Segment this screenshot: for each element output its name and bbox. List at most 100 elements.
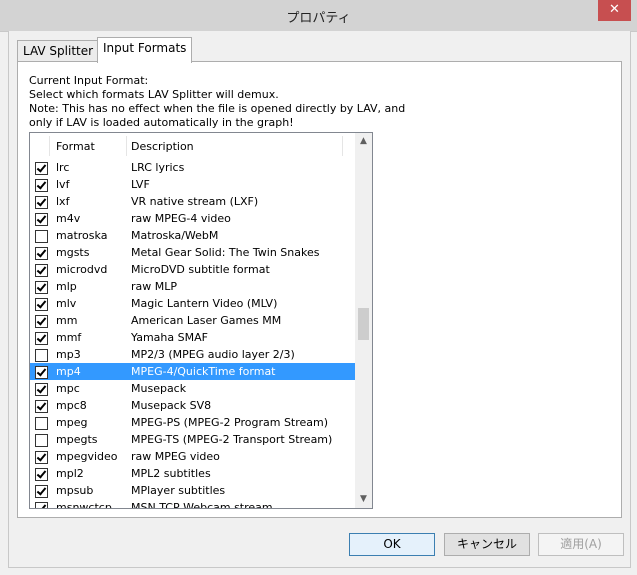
list-item[interactable]: lxf VR native stream (LXF) [30,193,355,210]
list-item[interactable]: lrc LRC lyrics [30,159,355,176]
format-description: VR native stream (LXF) [131,195,259,208]
info-line: Note: This has no effect when the file i… [29,102,406,115]
format-name: mpegvideo [56,450,118,463]
close-icon: ✕ [609,2,620,17]
format-checkbox[interactable] [35,179,48,192]
column-header-format[interactable]: Format [56,140,95,153]
format-name: mp3 [56,348,81,361]
list-item[interactable]: mpeg MPEG-PS (MPEG-2 Program Stream) [30,414,355,431]
format-description: raw MLP [131,280,178,293]
format-name: mmf [56,331,82,344]
vertical-scrollbar[interactable]: ▲ ▼ [355,133,372,508]
format-checkbox[interactable] [35,213,48,226]
format-checkbox[interactable] [35,315,48,328]
scroll-thumb[interactable] [358,308,369,340]
info-line: Select which formats LAV Splitter will d… [29,88,279,101]
format-description: raw MPEG-4 video [131,212,231,225]
tab-input-formats[interactable]: Input Formats [97,37,193,63]
list-item[interactable]: m4v raw MPEG-4 video [30,210,355,227]
list-item[interactable]: mpegts MPEG-TS (MPEG-2 Transport Stream) [30,431,355,448]
list-item[interactable]: lvf LVF [30,176,355,193]
column-header-description[interactable]: Description [131,140,194,153]
format-name: microdvd [56,263,108,276]
format-name: lrc [56,161,70,174]
format-checkbox[interactable] [35,264,48,277]
format-checkbox[interactable] [35,247,48,260]
format-description: MPL2 subtitles [131,467,211,480]
format-list[interactable]: Format Description lrc LRC lyrics lvf LVF lx… [29,132,373,509]
scroll-down-icon[interactable]: ▼ [355,491,372,508]
format-checkbox[interactable] [35,400,48,413]
list-item[interactable]: mpl2 MPL2 subtitles [30,465,355,482]
dialog-client: LAV Splitter Input Formats Current Input… [8,31,631,568]
format-name: lxf [56,195,70,208]
format-description: Yamaha SMAF [131,331,208,344]
format-description: MP2/3 (MPEG audio layer 2/3) [131,348,295,361]
format-name: msnwctcp [56,501,112,509]
format-name: mpl2 [56,467,84,480]
format-name: mpc [56,382,80,395]
format-checkbox[interactable] [35,332,48,345]
list-item[interactable]: mp3 MP2/3 (MPEG audio layer 2/3) [30,346,355,363]
list-item[interactable]: mlv Magic Lantern Video (MLV) [30,295,355,312]
list-item[interactable]: matroska Matroska/WebM [30,227,355,244]
format-checkbox[interactable] [35,366,48,379]
format-checkbox[interactable] [35,383,48,396]
format-name: mpc8 [56,399,87,412]
format-checkbox[interactable] [35,281,48,294]
list-item[interactable]: mp4 MPEG-4/QuickTime format [30,363,355,380]
list-rows: lrc LRC lyrics lvf LVF lxf VR native stream (… [30,159,355,509]
format-checkbox[interactable] [35,451,48,464]
format-checkbox[interactable] [35,502,48,508]
format-name: mm [56,314,78,327]
format-checkbox[interactable] [35,196,48,209]
tab-panel: Current Input Format: Select which forma… [17,61,622,518]
info-line: only if LAV is loaded automatically in t… [29,116,294,129]
list-item[interactable]: mpegvideo raw MPEG video [30,448,355,465]
format-description: Matroska/WebM [131,229,219,242]
list-item[interactable]: msnwctcp MSN TCP Webcam stream [30,499,355,509]
list-item[interactable]: mpsub MPlayer subtitles [30,482,355,499]
column-separator[interactable] [342,136,343,156]
format-description: Metal Gear Solid: The Twin Snakes [131,246,320,259]
format-checkbox[interactable] [35,468,48,481]
list-item[interactable]: microdvd MicroDVD subtitle format [30,261,355,278]
format-checkbox[interactable] [35,485,48,498]
format-checkbox[interactable] [35,434,48,447]
cancel-button[interactable]: キャンセル [444,533,530,556]
column-separator[interactable] [126,136,127,156]
format-description: LVF [131,178,150,191]
format-checkbox[interactable] [35,230,48,243]
info-text: Current Input Format: Select which forma… [29,74,405,130]
format-name: mlv [56,297,77,310]
format-name: mgsts [56,246,90,259]
format-name: mlp [56,280,77,293]
list-item[interactable]: mpc Musepack [30,380,355,397]
list-header: Format Description [30,133,355,159]
list-item[interactable]: mpc8 Musepack SV8 [30,397,355,414]
apply-button[interactable]: 適用(A) [538,533,624,556]
list-item[interactable]: mlp raw MLP [30,278,355,295]
scroll-up-icon[interactable]: ▲ [355,133,372,150]
format-name: mpsub [56,484,94,497]
window-title: プロパティ [286,11,351,26]
format-description: LRC lyrics [131,161,185,174]
format-description: Magic Lantern Video (MLV) [131,297,278,310]
format-description: MSN TCP Webcam stream [131,501,273,509]
format-checkbox[interactable] [35,162,48,175]
format-description: MPEG-PS (MPEG-2 Program Stream) [131,416,329,429]
list-item[interactable]: mmf Yamaha SMAF [30,329,355,346]
close-button[interactable]: ✕ [598,0,631,21]
format-description: American Laser Games MM [131,314,282,327]
format-description: MPlayer subtitles [131,484,226,497]
format-checkbox[interactable] [35,349,48,362]
format-name: m4v [56,212,81,225]
list-item[interactable]: mgsts Metal Gear Solid: The Twin Snakes [30,244,355,261]
list-item[interactable]: mm American Laser Games MM [30,312,355,329]
column-separator[interactable] [49,136,50,156]
title-bar: プロパティ ✕ [0,0,637,32]
ok-button[interactable]: OK [349,533,435,556]
format-checkbox[interactable] [35,417,48,430]
format-checkbox[interactable] [35,298,48,311]
tab-lav-splitter[interactable]: LAV Splitter [17,40,100,62]
